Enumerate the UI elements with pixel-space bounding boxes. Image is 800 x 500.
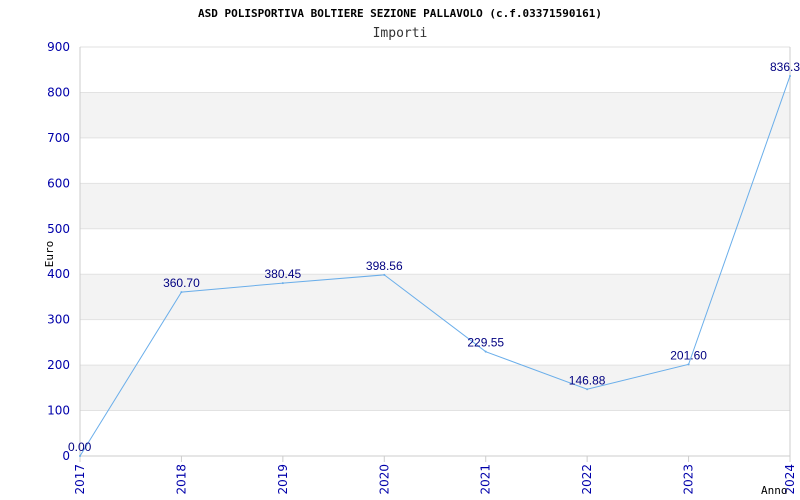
data-label: 398.56	[366, 259, 403, 273]
grid-band	[80, 92, 790, 138]
y-tick-label: 400	[47, 267, 70, 281]
chart-title: ASD POLISPORTIVA BOLTIERE SEZIONE PALLAV…	[198, 7, 602, 20]
y-tick-label: 700	[47, 131, 70, 145]
y-tick-label: 900	[47, 40, 70, 54]
y-tick-label: 100	[47, 404, 70, 418]
x-tick-labels: 2017 2018 2019 2020 2021 2022 2023 2024	[73, 456, 797, 495]
x-tick-label: 2019	[276, 464, 290, 495]
x-tick-label: 2020	[377, 464, 391, 495]
data-point	[687, 363, 690, 366]
y-tick-label: 200	[47, 358, 70, 372]
data-label: 836.3	[770, 60, 800, 74]
y-tick-label: 800	[47, 85, 70, 99]
data-label: 229.55	[467, 336, 504, 350]
x-tick-label: 2023	[682, 464, 696, 495]
chart-container: 0 100 200 300 400 500 600 700 800 900 2017 2018 201…	[0, 0, 800, 500]
data-point	[789, 74, 791, 77]
chart-subtitle: Importi	[373, 26, 428, 41]
data-point	[281, 282, 284, 285]
x-tick-label: 2018	[174, 464, 188, 495]
y-tick-label: 300	[47, 313, 70, 327]
data-label: 201.60	[670, 348, 707, 362]
grid-band	[80, 365, 790, 411]
data-point	[79, 455, 81, 457]
line-chart: 0100200300400500600700800900 2017 2018 201…	[43, 7, 800, 497]
data-label: 146.88	[569, 373, 606, 387]
data-label: 0.00	[68, 440, 92, 454]
y-tick-label: 600	[47, 176, 70, 190]
x-tick-label: 2017	[73, 464, 87, 495]
data-label: 360.70	[163, 276, 200, 290]
data-point	[484, 350, 487, 353]
data-point	[383, 273, 386, 276]
x-tick-label: 2021	[479, 464, 493, 495]
y-axis-label: Euro	[43, 241, 56, 268]
data-point	[180, 291, 183, 294]
x-tick-label: 2022	[580, 464, 594, 495]
grid-band	[80, 183, 790, 229]
data-label: 380.45	[265, 267, 302, 281]
y-tick-label: 500	[47, 222, 70, 236]
grid-bands	[80, 92, 790, 411]
x-axis-label: Anno	[761, 484, 788, 497]
data-point	[586, 388, 589, 391]
